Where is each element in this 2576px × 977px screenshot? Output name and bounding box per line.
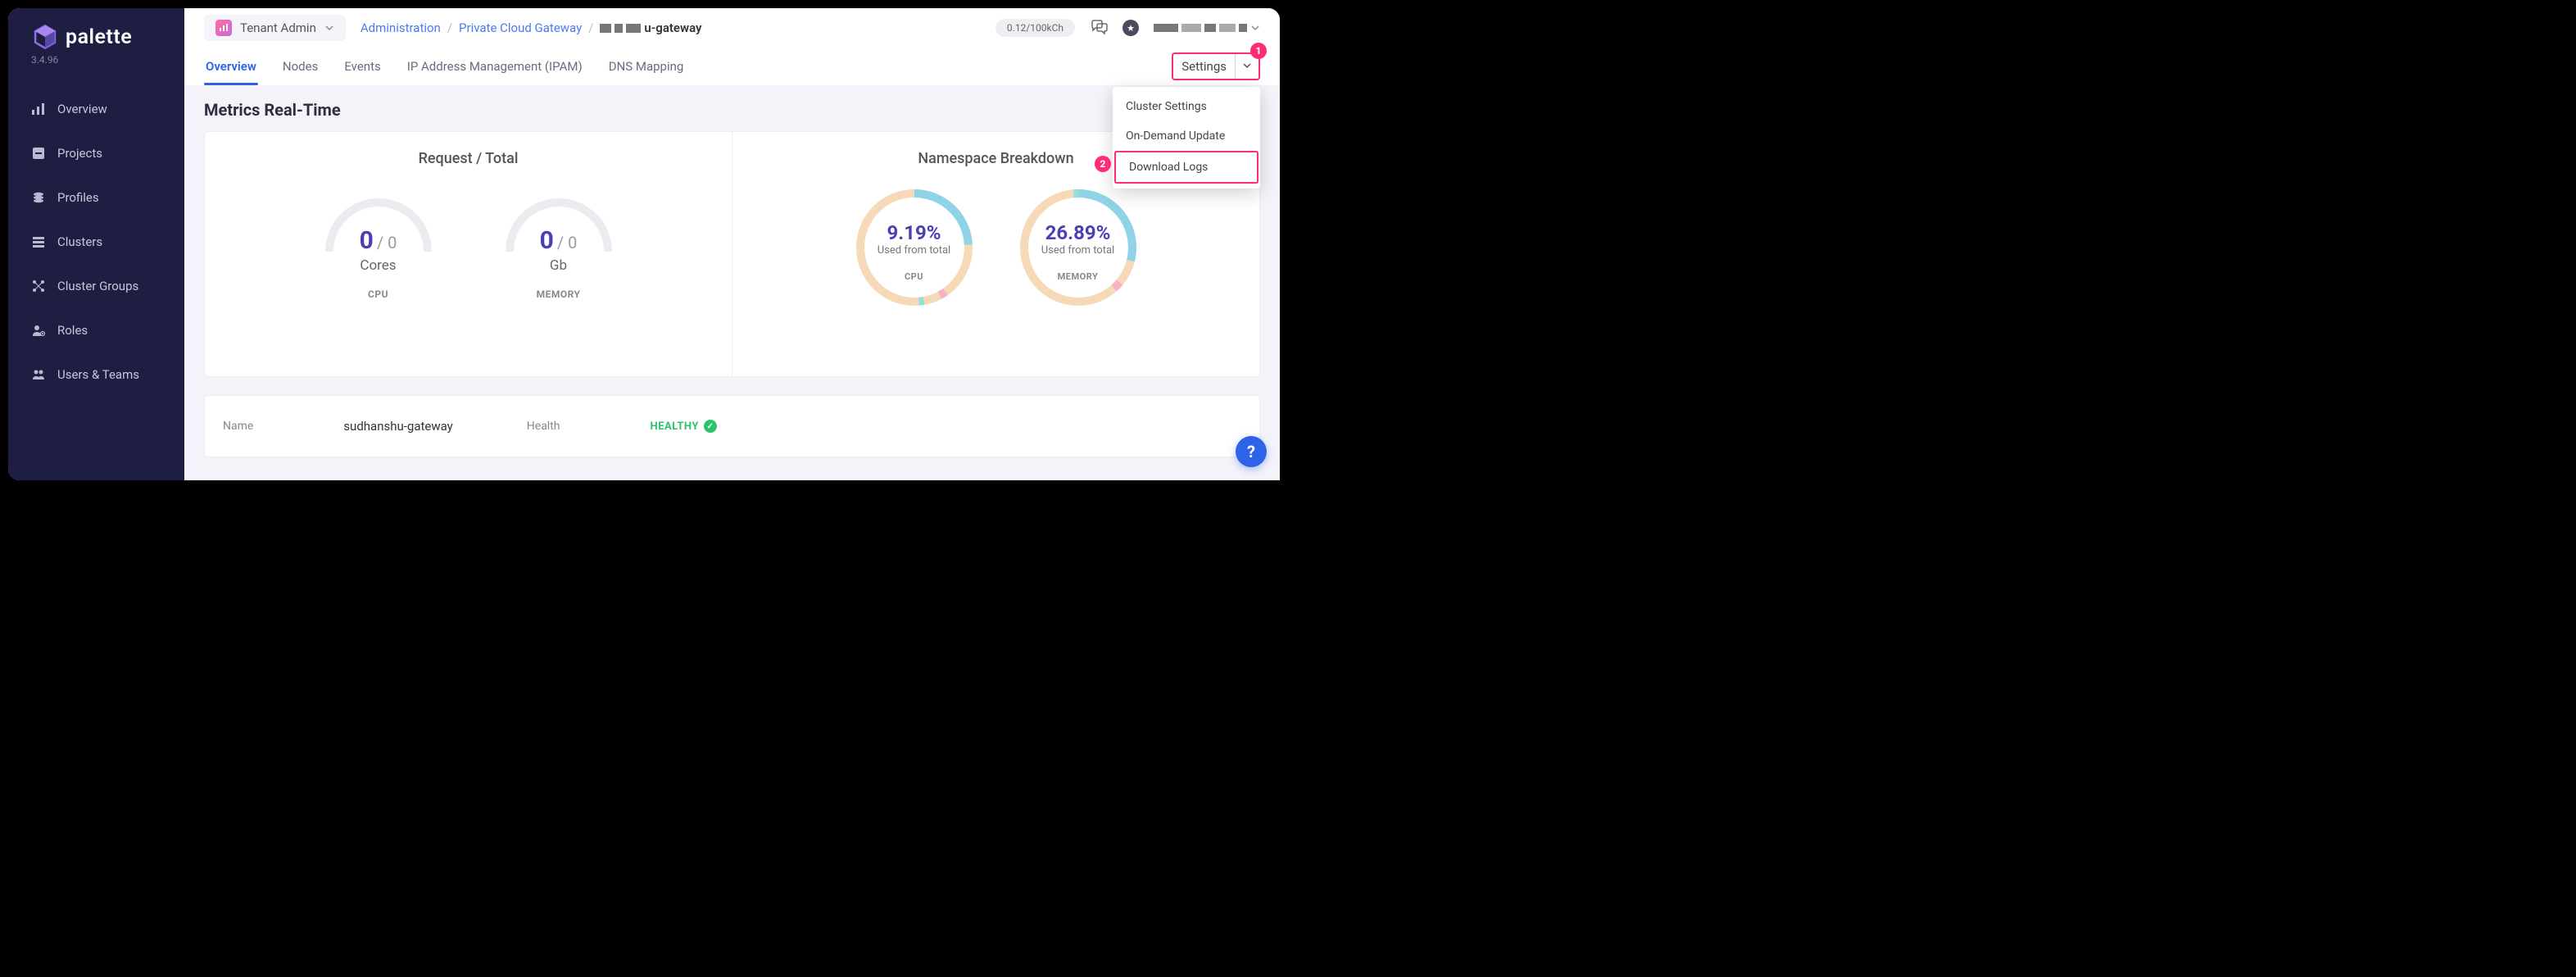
tab-ipam[interactable]: IP Address Management (IPAM) [406, 48, 584, 85]
palette-logo-icon [31, 23, 59, 51]
redacted-text [615, 24, 623, 33]
tab-nodes[interactable]: Nodes [281, 48, 320, 85]
chevron-down-icon [324, 23, 334, 33]
sidebar-item-label: Roles [57, 323, 88, 338]
redacted-text [626, 24, 641, 33]
users-teams-icon [31, 367, 46, 382]
menu-item-cluster-settings[interactable]: Cluster Settings [1113, 92, 1260, 121]
gauge-memory: 0 / 0 Gb MEMORY [493, 182, 624, 300]
cluster-groups-icon [31, 279, 46, 293]
gauge-mem-label: MEMORY [537, 289, 581, 300]
detail-name-val: sudhanshu-gateway [343, 419, 452, 434]
settings-dropdown-button[interactable]: Settings [1172, 52, 1260, 80]
detail-health-val: HEALTHY ✓ [651, 420, 717, 433]
sidebar-item-cluster-groups[interactable]: Cluster Groups [8, 264, 184, 308]
tab-dns[interactable]: DNS Mapping [607, 48, 686, 85]
donut-cpu-label: CPU [905, 271, 923, 282]
gauge-cpu-total: / 0 [377, 233, 397, 252]
projects-icon [31, 146, 46, 161]
settings-menu: Cluster Settings On-Demand Update 2 Down… [1113, 87, 1260, 189]
tenant-dropdown[interactable]: Tenant Admin [204, 15, 346, 41]
metrics-request-total: Request / Total 0 / 0 Cores CPU [205, 132, 732, 376]
donut-mem-label: MEMORY [1058, 271, 1099, 282]
sidebar-item-label: Cluster Groups [57, 279, 138, 293]
chat-icon[interactable] [1090, 20, 1108, 36]
chevron-down-icon [1250, 23, 1260, 33]
breadcrumb-pcg[interactable]: Private Cloud Gateway [459, 20, 582, 35]
tab-overview[interactable]: Overview [204, 48, 258, 85]
app-version: 3.4.96 [8, 54, 184, 66]
usage-pill[interactable]: 0.12/100kCh [995, 19, 1075, 37]
annotation-2: 2 [1095, 156, 1111, 172]
sidebar-item-clusters[interactable]: Clusters [8, 220, 184, 264]
tenant-icon [215, 20, 232, 36]
roles-icon [31, 323, 46, 338]
brand-logo: palette [8, 23, 184, 51]
tab-events[interactable]: Events [342, 48, 382, 85]
metrics-section-title: Metrics Real-Time [204, 100, 1260, 120]
sidebar-item-users-teams[interactable]: Users & Teams [8, 352, 184, 397]
detail-name-key: Name [223, 420, 253, 433]
gauge-cpu-unit: Cores [360, 257, 396, 274]
gauge-cpu-value: 0 [360, 226, 374, 255]
settings-label: Settings [1173, 54, 1235, 79]
sidebar-item-overview[interactable]: Overview [8, 87, 184, 131]
sidebar-item-profiles[interactable]: Profiles [8, 175, 184, 220]
donut-cpu-pct: 9.19% [878, 221, 950, 244]
donut-cpu-sub: Used from total [878, 244, 950, 257]
redacted-text [600, 24, 611, 33]
sidebar-item-projects[interactable]: Projects [8, 131, 184, 175]
sidebar-item-label: Profiles [57, 190, 99, 205]
annotation-1: 1 [1250, 43, 1267, 59]
overview-icon [31, 102, 46, 116]
detail-health-key: Health [527, 420, 560, 433]
sidebar-item-label: Overview [57, 102, 107, 116]
gauge-mem-value: 0 [540, 226, 554, 255]
health-check-icon: ✓ [704, 420, 717, 433]
star-badge-icon[interactable]: ★ [1122, 20, 1139, 36]
brand-name: palette [66, 25, 132, 49]
breadcrumb-administration[interactable]: Administration [361, 20, 441, 35]
main-content: Tenant Admin Administration / Private Cl… [184, 8, 1280, 480]
sidebar-item-roles[interactable]: Roles [8, 308, 184, 352]
gauge-cpu: 0 / 0 Cores CPU [313, 182, 444, 300]
donut-mem-sub: Used from total [1041, 244, 1114, 257]
topbar: Tenant Admin Administration / Private Cl… [184, 8, 1280, 48]
user-menu[interactable] [1154, 23, 1260, 33]
namespace-breakdown-title: Namespace Breakdown [918, 150, 1073, 167]
profiles-icon [31, 190, 46, 205]
gauge-mem-unit: Gb [550, 257, 567, 274]
breadcrumb-current: u-gateway [600, 20, 701, 35]
tabbar: Overview Nodes Events IP Address Managem… [184, 48, 1280, 85]
donut-cpu: 9.19% Used from total CPU [849, 182, 980, 313]
gauge-mem-total: / 0 [557, 233, 577, 252]
clusters-icon [31, 234, 46, 249]
request-total-title: Request / Total [419, 150, 519, 167]
help-button[interactable]: ? [1236, 436, 1267, 467]
gauge-cpu-label: CPU [368, 289, 388, 300]
sidebar-item-label: Users & Teams [57, 367, 139, 382]
tenant-label: Tenant Admin [240, 20, 316, 35]
donut-memory: 26.89% Used from total MEMORY [1013, 182, 1144, 313]
details-card: Name sudhanshu-gateway Health HEALTHY ✓ [204, 395, 1260, 457]
breadcrumbs: Administration / Private Cloud Gateway /… [361, 20, 702, 35]
menu-item-on-demand-update[interactable]: On-Demand Update [1113, 121, 1260, 151]
donut-mem-pct: 26.89% [1041, 221, 1114, 244]
sidebar-item-label: Projects [57, 146, 102, 161]
menu-item-download-logs[interactable]: 2 Download Logs [1114, 151, 1259, 184]
sidebar-item-label: Clusters [57, 234, 102, 249]
sidebar: palette 3.4.96 Overview Projects Profile… [8, 8, 184, 480]
